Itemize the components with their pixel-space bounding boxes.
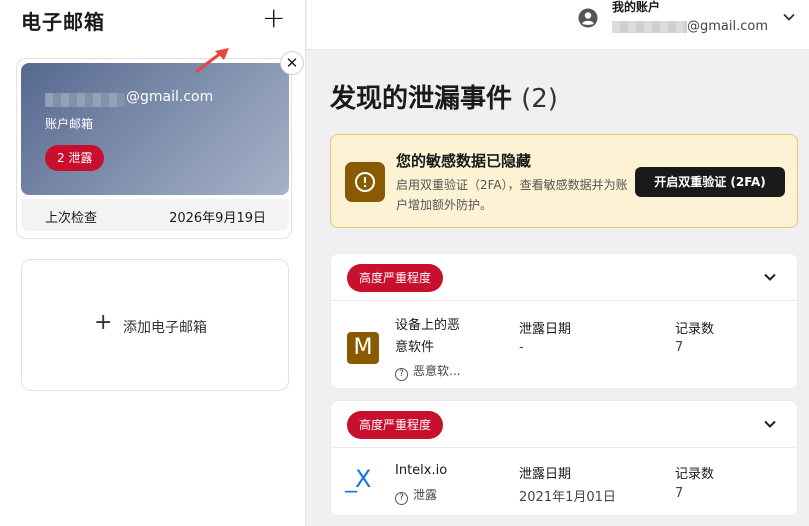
enable-2fa-button[interactable]: 开启双重验证 (2FA): [635, 167, 785, 197]
records-label: 记录数: [675, 322, 715, 337]
sidebar: 电子邮箱 + @gmail.com 账户邮箱 2 泄露 ✕ 上次检查 2026年…: [0, 0, 306, 526]
records-label: 记录数: [675, 467, 715, 482]
remove-email-close-icon[interactable]: ✕: [280, 51, 304, 75]
notice-description: 启用双重验证（2FA），查看敏感数据并为账户增加额外防护。: [396, 178, 628, 212]
records-value: 7: [675, 340, 684, 355]
email-subtitle: 账户邮箱: [45, 117, 94, 131]
email-address: @gmail.com: [126, 89, 214, 105]
question-icon: ?: [395, 492, 408, 505]
add-email-label: 添加电子邮箱: [123, 320, 207, 336]
plus-icon: +: [94, 310, 113, 335]
page-title: 发现的泄漏事件 (2): [330, 78, 558, 115]
breach-date-label: 泄露日期: [519, 467, 572, 482]
breach-total-count: (2): [521, 84, 558, 114]
account-email: @gmail.com: [687, 19, 769, 34]
intelx-logo-icon: _X: [345, 465, 371, 493]
breach-card[interactable]: 高度严重程度 _X Intelx.io ? 泄露 泄露日期 2021年1月01日 …: [330, 400, 798, 516]
breach-source-name: 设备上的恶: [395, 318, 461, 333]
breach-date-label: 泄露日期: [519, 322, 572, 337]
breach-date-value: -: [519, 340, 524, 355]
account-chevron-down-icon[interactable]: [782, 10, 796, 24]
page-title-text: 发现的泄漏事件: [330, 84, 513, 114]
breach-source-name-line2: 意软件: [395, 340, 435, 355]
expand-chevron-down-icon[interactable]: [763, 270, 777, 284]
breach-type-tag: ? 恶意软...: [395, 362, 460, 381]
severity-badge: 高度严重程度: [347, 411, 444, 439]
severity-badge: 高度严重程度: [347, 264, 444, 292]
breach-type-label: 泄露: [413, 488, 438, 502]
malware-logo-icon: M: [347, 332, 379, 364]
sidebar-title: 电子邮箱: [21, 10, 105, 34]
breach-type-label: 恶意软...: [413, 364, 461, 378]
breach-type-tag: ? 泄露: [395, 486, 437, 505]
account-avatar-icon[interactable]: [578, 8, 598, 28]
last-check-row: 上次检查 2026年9月19日: [21, 199, 289, 231]
email-card-header: @gmail.com 账户邮箱 2 泄露: [21, 63, 289, 195]
redacted-account-email: [612, 21, 687, 33]
records-value: 7: [675, 486, 684, 501]
notice-title: 您的敏感数据已隐藏: [396, 152, 532, 170]
expand-chevron-down-icon[interactable]: [763, 417, 777, 431]
divider: [331, 300, 797, 301]
breach-date-value: 2021年1月01日: [519, 490, 616, 505]
last-check-label: 上次检查: [45, 211, 98, 226]
account-title: 我的账户: [612, 0, 661, 14]
question-icon: ?: [395, 368, 408, 381]
top-bar: 我的账户 @gmail.com: [307, 0, 809, 50]
hidden-data-notice: 您的敏感数据已隐藏 启用双重验证（2FA），查看敏感数据并为账户增加额外防护。 …: [330, 134, 798, 228]
last-check-value: 2026年9月19日: [169, 211, 266, 226]
redacted-email-prefix: [45, 93, 125, 107]
add-email-button[interactable]: + 添加电子邮箱: [21, 259, 289, 391]
divider: [331, 447, 797, 448]
breach-source-name: Intelx.io: [395, 463, 448, 478]
add-email-plus-icon[interactable]: +: [262, 4, 285, 32]
breach-count-badge: 2 泄露: [45, 145, 105, 171]
email-card[interactable]: @gmail.com 账户邮箱 2 泄露 ✕ 上次检查 2026年9月19日: [16, 48, 304, 239]
info-alert-icon: [345, 162, 385, 202]
breach-card[interactable]: 高度严重程度 M 设备上的恶 意软件 ? 恶意软... 泄露日期 - 记录数 7: [330, 253, 798, 389]
annotation-arrow-icon: [195, 48, 229, 73]
